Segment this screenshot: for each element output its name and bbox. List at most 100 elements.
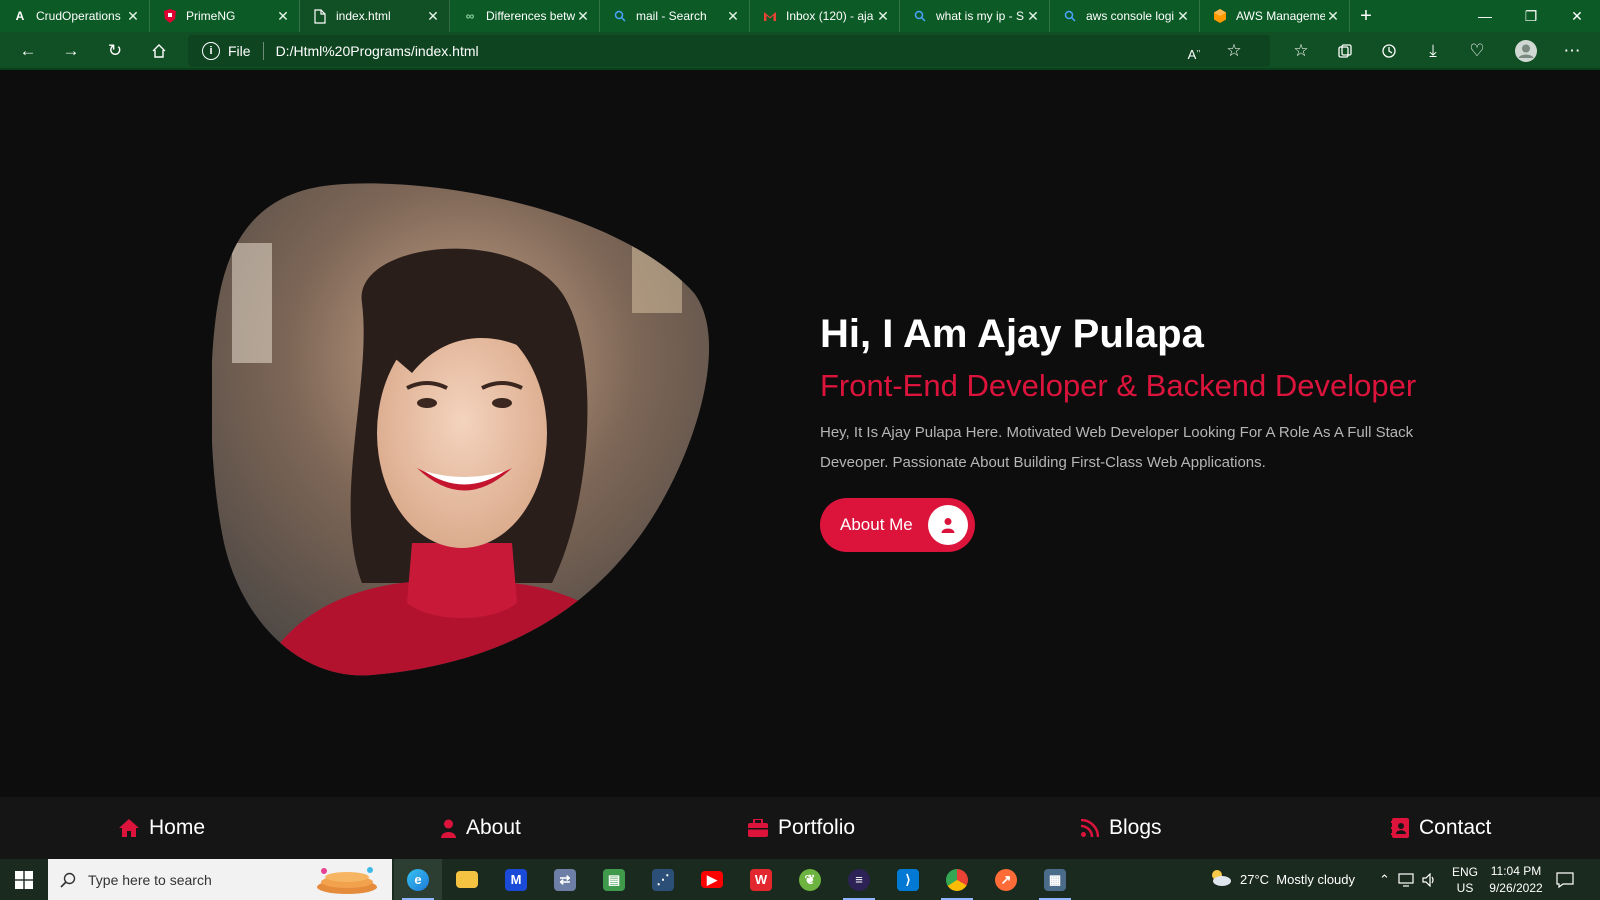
new-tab-button[interactable]: + bbox=[1350, 0, 1382, 32]
restore-button[interactable]: ❐ bbox=[1508, 0, 1554, 32]
add-favorite-icon[interactable]: ☆ bbox=[1218, 35, 1250, 67]
tab-inbox[interactable]: Inbox (120) - aja ✕ bbox=[750, 0, 900, 32]
forward-icon[interactable]: → bbox=[55, 35, 87, 67]
tab-label: mail - Search bbox=[636, 9, 707, 23]
tab-aws-console-login[interactable]: aws console logi ✕ bbox=[1050, 0, 1200, 32]
file-icon bbox=[312, 8, 328, 24]
taskbar-search-box[interactable]: Type here to search bbox=[48, 859, 392, 900]
close-tab-icon[interactable]: ✕ bbox=[1175, 8, 1191, 25]
network-icon[interactable] bbox=[1398, 859, 1414, 900]
link-icon: ∞ bbox=[465, 9, 475, 23]
aws-icon bbox=[1212, 8, 1228, 24]
portfolio-page: Hi, I Am Ajay Pulapa Front-End Developer… bbox=[0, 72, 1600, 797]
close-tab-icon[interactable]: ✕ bbox=[425, 8, 441, 25]
nav-home[interactable]: Home bbox=[119, 797, 205, 859]
more-options-icon[interactable]: ⋯ bbox=[1556, 35, 1588, 67]
angular-icon: A bbox=[15, 9, 25, 23]
taskbar-edge[interactable]: e bbox=[394, 859, 442, 900]
close-tab-icon[interactable]: ✕ bbox=[575, 8, 591, 25]
browser-toolbar: ← → ↻ i File D:/Html%20Programs/index.ht… bbox=[0, 32, 1600, 70]
contact-book-icon bbox=[1391, 818, 1409, 838]
tab-label: aws console logi bbox=[1086, 9, 1175, 23]
hero-description: Hey, It Is Ajay Pulapa Here. Motivated W… bbox=[820, 424, 1414, 471]
tab-mail-search[interactable]: mail - Search ✕ bbox=[600, 0, 750, 32]
bottom-navigation: Home About Portfolio Blogs Contact bbox=[0, 797, 1600, 859]
postman-icon: ↗ bbox=[995, 868, 1017, 891]
address-url[interactable]: D:/Html%20Programs/index.html bbox=[276, 43, 479, 59]
refresh-icon[interactable]: ↻ bbox=[99, 35, 131, 67]
taskbar-file-explorer[interactable] bbox=[443, 859, 491, 900]
youtube-icon: ▶ bbox=[701, 871, 723, 888]
home-icon[interactable] bbox=[143, 35, 175, 67]
tab-label: what is my ip - S bbox=[936, 9, 1025, 23]
taskbar-youtube[interactable]: ▶ bbox=[688, 859, 736, 900]
collections-icon[interactable] bbox=[1329, 35, 1361, 67]
info-icon[interactable]: i bbox=[202, 42, 220, 60]
favorites-icon[interactable]: ☆ bbox=[1285, 35, 1317, 67]
clock[interactable]: 11:04 PM 9/26/2022 bbox=[1486, 859, 1546, 900]
minimize-button[interactable]: — bbox=[1462, 0, 1508, 32]
hero-subtitle: Front-End Developer & Backend Developer bbox=[820, 368, 1417, 403]
about-me-button[interactable]: About Me bbox=[820, 498, 975, 552]
taskbar-spreadsheet-app[interactable]: ▤ bbox=[590, 859, 638, 900]
windows-taskbar: Type here to search e M ⇄ ▤ ⋰ ▶ W ❦ ≡ ⟩ … bbox=[0, 859, 1600, 900]
close-tab-icon[interactable]: ✕ bbox=[1025, 8, 1041, 25]
taskbar-calculator[interactable]: ▦ bbox=[1031, 859, 1079, 900]
tab-label: Inbox (120) - aja bbox=[786, 9, 874, 23]
windows-start-icon[interactable] bbox=[0, 859, 48, 900]
taskbar-eclipse[interactable]: ≡ bbox=[835, 859, 883, 900]
notifications-icon[interactable] bbox=[1556, 859, 1574, 900]
address-bar[interactable]: i File D:/Html%20Programs/index.html A ʼʼ… bbox=[188, 35, 1270, 67]
nav-contact[interactable]: Contact bbox=[1391, 797, 1491, 859]
weather-widget[interactable]: 27°C Mostly cloudy bbox=[1208, 859, 1355, 900]
back-icon[interactable]: ← bbox=[12, 35, 44, 67]
read-aloud-icon[interactable]: A ʼʼ bbox=[1178, 38, 1210, 70]
taskbar-chrome[interactable] bbox=[933, 859, 981, 900]
chevron-up-icon: ⌃ bbox=[1379, 871, 1390, 887]
close-tab-icon[interactable]: ✕ bbox=[275, 8, 291, 25]
taskbar-postman[interactable]: ↗ bbox=[982, 859, 1030, 900]
profile-avatar[interactable] bbox=[1510, 35, 1542, 67]
nav-about[interactable]: About bbox=[441, 797, 521, 859]
downloads-icon[interactable]: ⤓ bbox=[1417, 35, 1449, 67]
hero-title: Hi, I Am Ajay Pulapa bbox=[820, 312, 1204, 356]
close-tab-icon[interactable]: ✕ bbox=[875, 8, 891, 25]
profile-photo bbox=[212, 183, 710, 676]
eclipse-icon: ≡ bbox=[848, 868, 870, 891]
taskbar-spring-tool[interactable]: ❦ bbox=[786, 859, 834, 900]
tab-crudoperations[interactable]: A CrudOperations ✕ bbox=[0, 0, 150, 32]
close-window-button[interactable]: ✕ bbox=[1554, 0, 1600, 32]
tab-label: Differences betw bbox=[486, 9, 575, 23]
m-app-icon: M bbox=[505, 868, 527, 891]
taskbar-wps[interactable]: W bbox=[737, 859, 785, 900]
history-icon[interactable] bbox=[1373, 35, 1405, 67]
tab-what-is-my-ip[interactable]: what is my ip - S ✕ bbox=[900, 0, 1050, 32]
edge-icon: e bbox=[407, 868, 429, 891]
nav-portfolio-label: Portfolio bbox=[778, 816, 856, 839]
tab-primeng[interactable]: PrimeNG ✕ bbox=[150, 0, 300, 32]
taskbar-app-m[interactable]: M bbox=[492, 859, 540, 900]
taskbar-vscode[interactable]: ⟩ bbox=[884, 859, 932, 900]
language-code: ENG bbox=[1452, 864, 1479, 879]
taskbar-sql-app[interactable]: ⋰ bbox=[639, 859, 687, 900]
language-indicator[interactable]: ENG US bbox=[1452, 859, 1478, 900]
nav-blogs[interactable]: Blogs bbox=[1081, 797, 1162, 859]
taskbar-network-app[interactable]: ⇄ bbox=[541, 859, 589, 900]
browser-essentials-icon[interactable]: ♡ bbox=[1461, 35, 1493, 67]
tab-aws-management[interactable]: AWS Manageme ✕ bbox=[1200, 0, 1350, 32]
database-tool-icon: ⋰ bbox=[652, 868, 674, 891]
close-tab-icon[interactable]: ✕ bbox=[725, 8, 741, 25]
user-icon bbox=[928, 505, 968, 545]
search-icon bbox=[612, 8, 628, 24]
nav-portfolio[interactable]: Portfolio bbox=[748, 797, 855, 859]
close-tab-icon[interactable]: ✕ bbox=[125, 8, 141, 25]
search-icon bbox=[60, 872, 76, 888]
tab-index-html[interactable]: index.html ✕ bbox=[300, 0, 450, 32]
show-hidden-icons[interactable]: ⌃ bbox=[1379, 859, 1390, 900]
tab-differences[interactable]: ∞ Differences betw ✕ bbox=[450, 0, 600, 32]
tab-label: CrudOperations bbox=[36, 9, 121, 23]
close-tab-icon[interactable]: ✕ bbox=[1325, 8, 1341, 25]
home-icon bbox=[119, 819, 139, 837]
volume-icon[interactable] bbox=[1422, 859, 1438, 900]
nav-blogs-label: Blogs bbox=[1109, 816, 1162, 839]
